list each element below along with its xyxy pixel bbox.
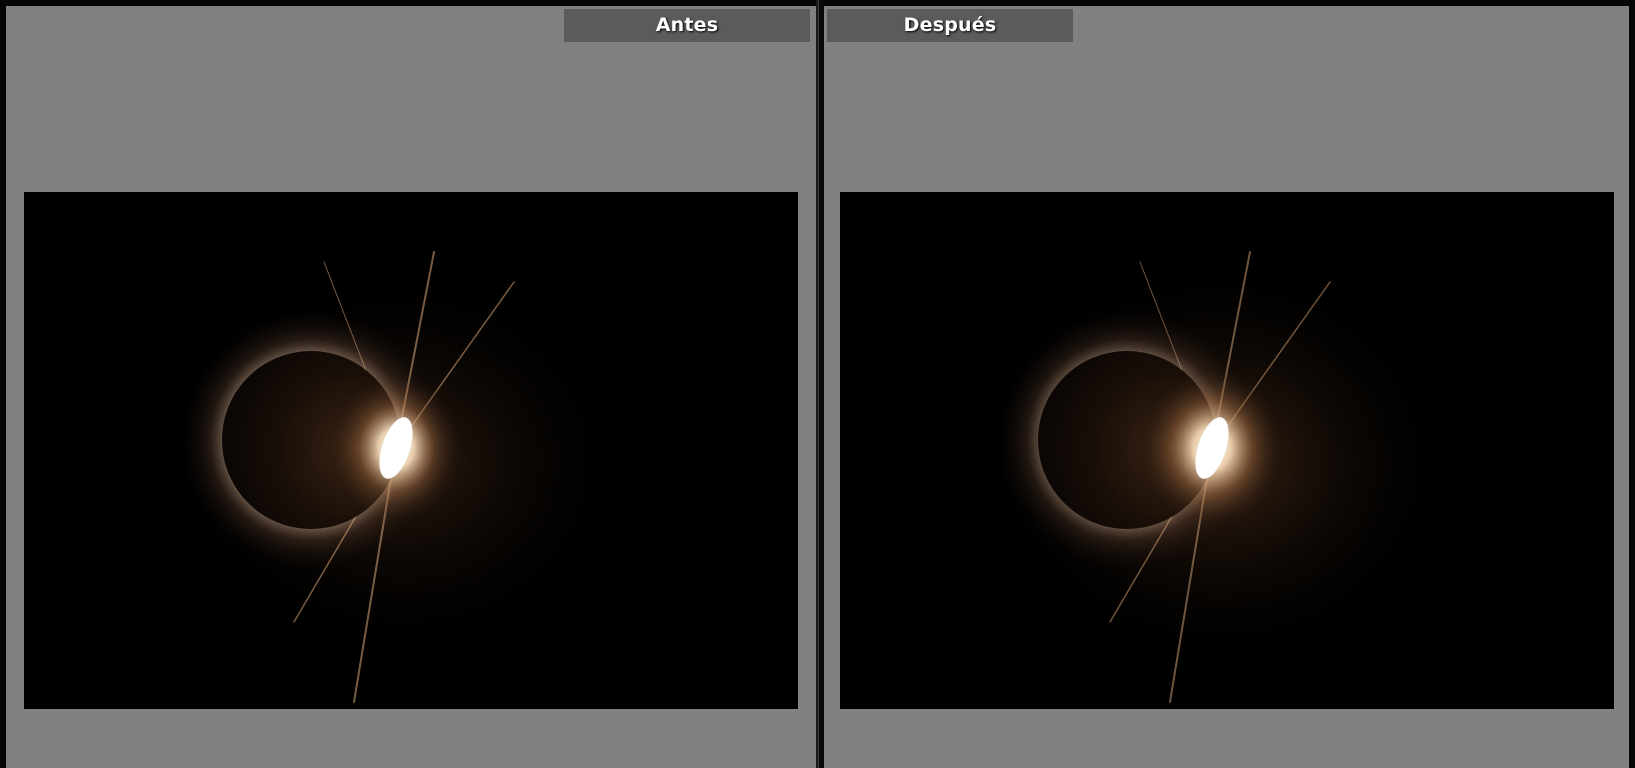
eclipse-image-after	[840, 192, 1614, 709]
before-after-compare-view: Antes Después	[0, 0, 1635, 768]
eclipse-image-before	[24, 192, 798, 709]
after-pane[interactable]: Después	[824, 6, 1629, 768]
before-pane[interactable]: Antes	[6, 6, 816, 768]
after-photo[interactable]	[840, 192, 1614, 709]
after-label: Después	[827, 9, 1073, 42]
pane-divider	[816, 0, 824, 768]
before-label: Antes	[564, 9, 810, 42]
before-photo[interactable]	[24, 192, 798, 709]
